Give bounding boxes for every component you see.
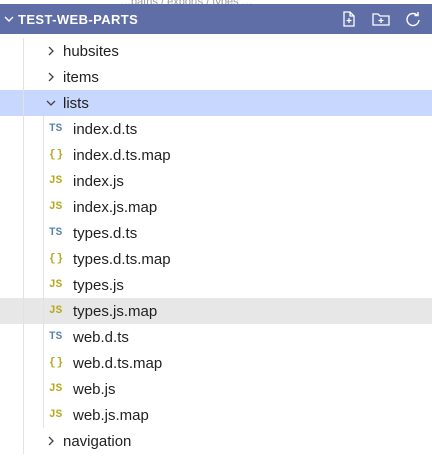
file-label: types.js — [73, 276, 124, 294]
tree-file[interactable]: {} index.d.ts.map — [0, 142, 432, 168]
tree-file[interactable]: {} web.d.ts.map — [0, 350, 432, 376]
file-label: index.d.ts — [73, 120, 138, 138]
folder-label: lists — [63, 94, 89, 112]
chevron-right-icon[interactable] — [44, 64, 58, 90]
chevron-right-icon[interactable] — [44, 428, 58, 454]
indent-guide — [23, 272, 24, 298]
indent-guide — [43, 168, 44, 194]
tree-folder-hubsites[interactable]: hubsites — [0, 38, 432, 64]
indent-guide — [23, 64, 24, 90]
tree-folder-navigation[interactable]: navigation — [0, 428, 432, 454]
javascript-file-icon: JS — [49, 409, 63, 421]
file-label: web.d.ts.map — [73, 354, 163, 372]
refresh-icon[interactable] — [402, 8, 424, 30]
folder-label: hubsites — [63, 42, 119, 60]
chevron-down-icon[interactable] — [44, 90, 58, 116]
tree-file[interactable]: {} types.d.ts.map — [0, 246, 432, 272]
indent-guide — [23, 220, 24, 246]
folder-label: navigation — [63, 432, 132, 450]
json-file-icon: {} — [49, 149, 65, 161]
file-label: index.d.ts.map — [73, 146, 171, 164]
indent-guide — [23, 142, 24, 168]
indent-guide — [23, 168, 24, 194]
file-label: web.d.ts — [73, 328, 129, 346]
indent-guide — [23, 116, 24, 142]
indent-guide — [23, 376, 24, 402]
new-file-icon[interactable] — [338, 8, 360, 30]
folder-label: items — [63, 68, 99, 86]
tree-file[interactable]: JS web.js.map — [0, 402, 432, 428]
indent-guide — [23, 298, 24, 324]
file-label: types.d.ts.map — [73, 250, 171, 268]
typescript-file-icon: TS — [49, 123, 63, 135]
indent-guide — [43, 272, 44, 298]
indent-guide — [23, 402, 24, 428]
javascript-file-icon: JS — [49, 175, 63, 187]
indent-guide — [43, 350, 44, 376]
javascript-file-icon: JS — [49, 383, 63, 395]
file-label: web.js.map — [73, 406, 149, 424]
file-label: index.js.map — [73, 198, 158, 216]
indent-guide — [43, 220, 44, 246]
typescript-file-icon: TS — [49, 227, 63, 239]
indent-guide — [43, 298, 44, 324]
indent-guide — [43, 376, 44, 402]
workspace-title: TEST-WEB-PARTS — [18, 11, 139, 27]
indent-guide — [23, 324, 24, 350]
header-actions — [338, 4, 424, 34]
json-file-icon: {} — [49, 357, 65, 369]
new-folder-icon[interactable] — [370, 8, 392, 30]
file-label: web.js — [73, 380, 116, 398]
indent-guide — [43, 116, 44, 142]
indent-guide — [43, 402, 44, 428]
tree-folder-items[interactable]: items — [0, 64, 432, 90]
tree-file[interactable]: JS index.js — [0, 168, 432, 194]
indent-guide — [43, 246, 44, 272]
tree-file[interactable]: TS web.d.ts — [0, 324, 432, 350]
file-label: types.d.ts — [73, 224, 138, 242]
json-file-icon: {} — [49, 253, 65, 265]
explorer-section-header[interactable]: TEST-WEB-PARTS — [0, 4, 432, 34]
typescript-file-icon: TS — [49, 331, 63, 343]
indent-guide — [43, 142, 44, 168]
tree-folder-lists[interactable]: lists — [0, 90, 432, 116]
indent-guide — [23, 350, 24, 376]
tree-file[interactable]: TS types.d.ts — [0, 220, 432, 246]
tree-file[interactable]: JS web.js — [0, 376, 432, 402]
javascript-file-icon: JS — [49, 305, 63, 317]
indent-guide — [23, 38, 24, 64]
chevron-right-icon[interactable] — [44, 38, 58, 64]
indent-guide — [43, 194, 44, 220]
tree-file[interactable]: JS types.js — [0, 272, 432, 298]
indent-guide — [23, 90, 24, 116]
javascript-file-icon: JS — [49, 201, 63, 213]
file-label: types.js.map — [73, 302, 158, 320]
indent-guide — [23, 246, 24, 272]
tree-file[interactable]: TS index.d.ts — [0, 116, 432, 142]
tree-file[interactable]: JS index.js.map — [0, 194, 432, 220]
javascript-file-icon: JS — [49, 279, 63, 291]
indent-guide — [23, 428, 24, 454]
indent-guide — [23, 194, 24, 220]
indent-guide — [43, 324, 44, 350]
chevron-down-icon[interactable] — [0, 4, 18, 34]
tree-file[interactable]: JS types.js.map — [0, 298, 432, 324]
file-tree: hubsites items lists TS index.d.ts {} in… — [0, 38, 432, 454]
file-label: index.js — [73, 172, 124, 190]
